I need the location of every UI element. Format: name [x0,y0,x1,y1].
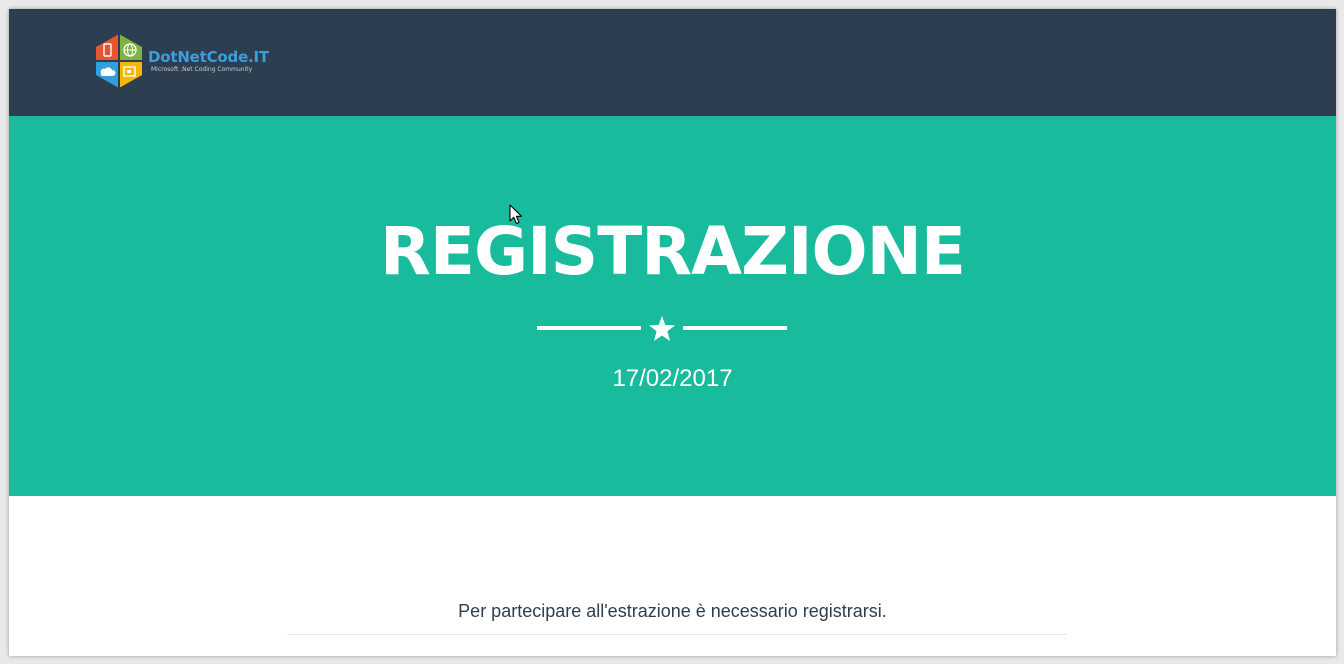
star-icon [649,316,675,341]
brand-name: DotNetCode.IT [148,48,269,66]
page-title: REGISTRAZIONE [380,213,966,290]
star-divider [537,316,787,342]
registration-notice: Per partecipare all'estrazione è necessa… [458,601,887,621]
brand-logo-link[interactable]: DotNetCode.IT Microsoft .Net Coding Comm… [93,33,269,89]
divider-line-right [683,326,787,330]
navbar: DotNetCode.IT Microsoft .Net Coding Comm… [9,9,1336,116]
brand-text: DotNetCode.IT Microsoft .Net Coding Comm… [148,48,269,74]
hexagon-logo-icon [96,34,142,88]
event-date: 17/02/2017 [612,365,733,392]
hero-section: REGISTRAZIONE 17/02/2017 [9,116,1336,496]
browser-page: DotNetCode.IT Microsoft .Net Coding Comm… [9,9,1336,656]
section-divider [287,634,1067,635]
divider-line-left [537,326,641,330]
registration-section: Per partecipare all'estrazione è necessa… [9,496,1336,656]
brand-tagline: Microsoft .Net Coding Community [151,66,253,73]
